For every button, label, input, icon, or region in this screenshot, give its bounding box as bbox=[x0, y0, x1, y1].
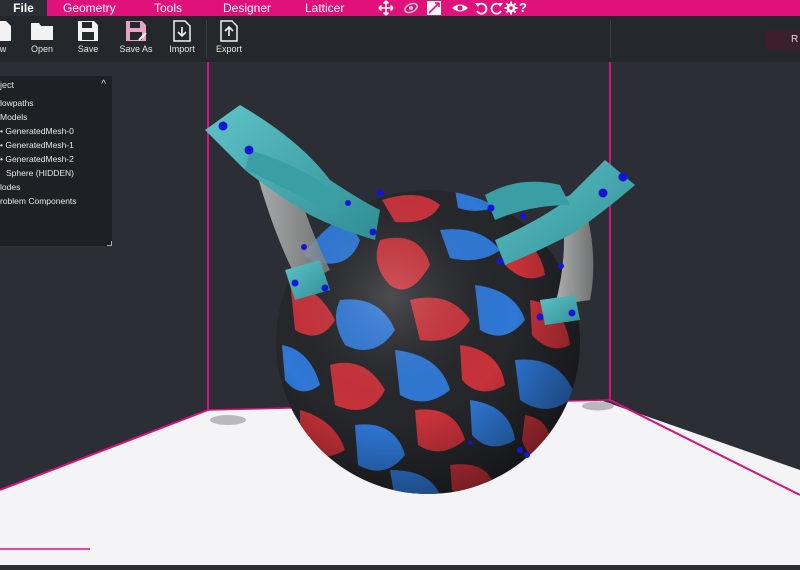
tree-item-generatedmesh-2[interactable]: • GeneratedMesh-2 bbox=[0, 154, 74, 164]
import-label: Import bbox=[169, 44, 195, 54]
menu-tools[interactable]: Tools bbox=[154, 0, 182, 16]
tree-item-generatedmesh-0[interactable]: • GeneratedMesh-0 bbox=[0, 126, 74, 136]
project-panel: ject ^ lowpaths Models • GeneratedMesh-0… bbox=[0, 76, 112, 246]
menu-bar: File Geometry Tools Designer Latticer ? bbox=[0, 0, 800, 16]
3d-viewport[interactable] bbox=[0, 62, 800, 565]
plate-foot bbox=[210, 415, 246, 425]
menu-file[interactable]: File bbox=[0, 0, 47, 16]
undo-icon[interactable] bbox=[473, 0, 489, 16]
export-label: Export bbox=[215, 44, 242, 54]
menu-designer[interactable]: Designer bbox=[223, 0, 271, 16]
save-as-icon bbox=[126, 21, 147, 41]
open-label: Open bbox=[30, 44, 54, 54]
resize-handle[interactable] bbox=[107, 241, 112, 246]
move-icon[interactable] bbox=[378, 0, 394, 16]
menu-latticer[interactable]: Latticer bbox=[305, 0, 344, 16]
toolbar-divider bbox=[206, 20, 207, 58]
right-button[interactable]: R bbox=[765, 30, 800, 50]
import-button[interactable]: Import bbox=[164, 16, 200, 62]
new-label: w bbox=[0, 44, 7, 54]
scale-icon[interactable] bbox=[427, 1, 441, 15]
save-label: Save bbox=[77, 44, 99, 54]
open-button[interactable]: Open bbox=[26, 16, 58, 62]
save-as-button[interactable]: Save As bbox=[116, 16, 156, 62]
panel-title: ject bbox=[0, 80, 15, 90]
chevron-up-icon[interactable]: ^ bbox=[101, 76, 106, 94]
save-button[interactable]: Save bbox=[72, 16, 104, 62]
orbit-icon[interactable] bbox=[403, 0, 419, 16]
export-icon bbox=[220, 20, 238, 42]
export-button[interactable]: Export bbox=[211, 16, 247, 62]
new-file-icon bbox=[0, 21, 11, 41]
save-as-label: Save As bbox=[119, 44, 153, 54]
tree-item-nodes[interactable]: lodes bbox=[0, 182, 20, 192]
import-icon bbox=[173, 20, 191, 42]
plate-foot bbox=[582, 401, 614, 411]
toolbar: w Open Save Save As Import Export bbox=[0, 16, 800, 62]
tree-item-generatedmesh-1[interactable]: • GeneratedMesh-1 bbox=[0, 140, 74, 150]
tree-item-models[interactable]: Models bbox=[0, 112, 27, 122]
menu-geometry[interactable]: Geometry bbox=[63, 0, 116, 16]
folder-icon bbox=[31, 23, 53, 40]
tree-item-flowpaths[interactable]: lowpaths bbox=[0, 98, 34, 108]
save-icon bbox=[78, 21, 98, 41]
eye-icon[interactable] bbox=[451, 0, 468, 16]
tree-item-sphere[interactable]: Sphere (HIDDEN) bbox=[6, 168, 74, 178]
new-button[interactable]: w bbox=[0, 16, 20, 62]
toolbar-divider bbox=[610, 20, 611, 58]
help-icon[interactable]: ? bbox=[515, 0, 531, 16]
tree-item-problem-components[interactable]: roblem Components bbox=[0, 196, 77, 206]
panel-header[interactable]: ject ^ bbox=[0, 76, 112, 94]
